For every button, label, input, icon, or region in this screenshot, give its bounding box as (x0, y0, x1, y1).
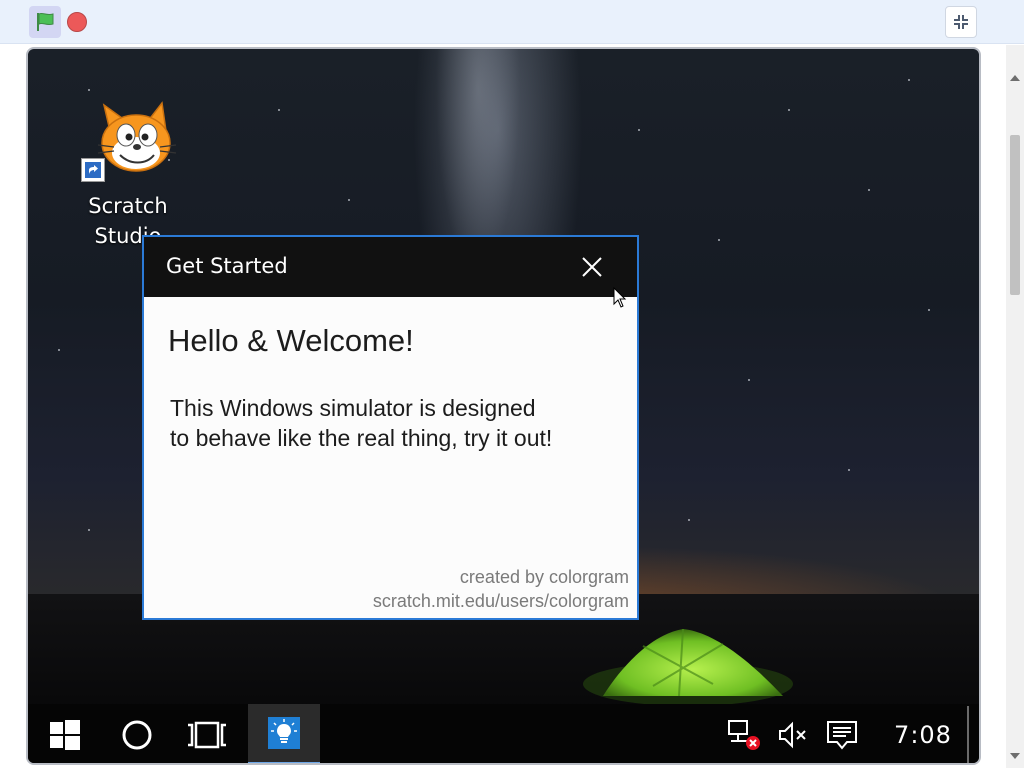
star (788, 109, 790, 111)
close-icon (582, 257, 602, 277)
dialog-body-line2: to behave like the real thing, try it ou… (170, 425, 553, 451)
star (928, 309, 930, 311)
taskbar: 7:08 (28, 704, 979, 763)
dialog-heading: Hello & Welcome! (168, 323, 414, 358)
notification-icon (827, 720, 857, 750)
network-disconnected-icon (728, 719, 760, 750)
star (868, 189, 870, 191)
star (718, 239, 720, 241)
star (848, 469, 850, 471)
volume-muted-icon (779, 721, 806, 748)
task-view-icon (188, 721, 226, 748)
scroll-up-arrow-icon[interactable] (1010, 75, 1020, 81)
taskbar-clock[interactable]: 7:08 (878, 704, 968, 763)
show-desktop-edge[interactable] (967, 706, 969, 763)
credit-line1: created by colorgram (459, 567, 629, 587)
exit-fullscreen-icon (954, 15, 968, 29)
dialog-body: This Windows simulator is designed to be… (170, 393, 630, 453)
shortcut-arrow-icon (81, 158, 105, 182)
star (638, 129, 640, 131)
mouse-pointer-icon (613, 287, 627, 308)
star (88, 89, 90, 91)
player-controls-bar (0, 0, 1024, 44)
stage: Scratch Studio Get Started Hello & Welco… (26, 47, 981, 765)
star (88, 529, 90, 531)
page-scrollbar[interactable] (1006, 45, 1024, 768)
action-center-button[interactable] (821, 704, 863, 763)
star (278, 109, 280, 111)
network-status-button[interactable] (723, 704, 767, 763)
volume-button[interactable] (773, 704, 813, 763)
star (348, 199, 350, 201)
exit-fullscreen-button[interactable] (945, 6, 977, 38)
dialog-title: Get Started (166, 254, 288, 278)
cortana-circle-icon (122, 720, 152, 749)
dialog-body-line1: This Windows simulator is designed (170, 395, 536, 421)
dialog-close-button[interactable] (570, 249, 614, 285)
scroll-thumb[interactable] (1010, 135, 1020, 295)
dialog-titlebar[interactable]: Get Started (144, 237, 637, 297)
start-button[interactable] (34, 704, 96, 763)
dialog-credit: created by colorgram scratch.mit.edu/use… (373, 565, 629, 613)
lightbulb-icon (268, 717, 300, 749)
stop-button[interactable] (66, 11, 88, 33)
scroll-down-arrow-icon[interactable] (1010, 753, 1020, 759)
star (748, 379, 750, 381)
windows-logo-icon (50, 719, 80, 750)
task-view-button[interactable] (176, 704, 238, 763)
tent-image (583, 628, 793, 704)
star (908, 79, 910, 81)
desktop-icon-label-line1: Scratch (88, 194, 168, 218)
stop-icon (67, 12, 87, 32)
green-flag-button[interactable] (29, 6, 61, 38)
get-started-dialog: Get Started Hello & Welcome! This Window… (142, 235, 639, 620)
star (688, 519, 690, 521)
desktop-icon-scratch-studio[interactable]: Scratch Studio (78, 101, 178, 248)
taskbar-app-get-started[interactable] (248, 704, 320, 763)
green-flag-icon (37, 12, 54, 31)
credit-link[interactable]: scratch.mit.edu/users/colorgram (373, 589, 629, 613)
star (58, 349, 60, 351)
cortana-search-button[interactable] (106, 704, 168, 763)
